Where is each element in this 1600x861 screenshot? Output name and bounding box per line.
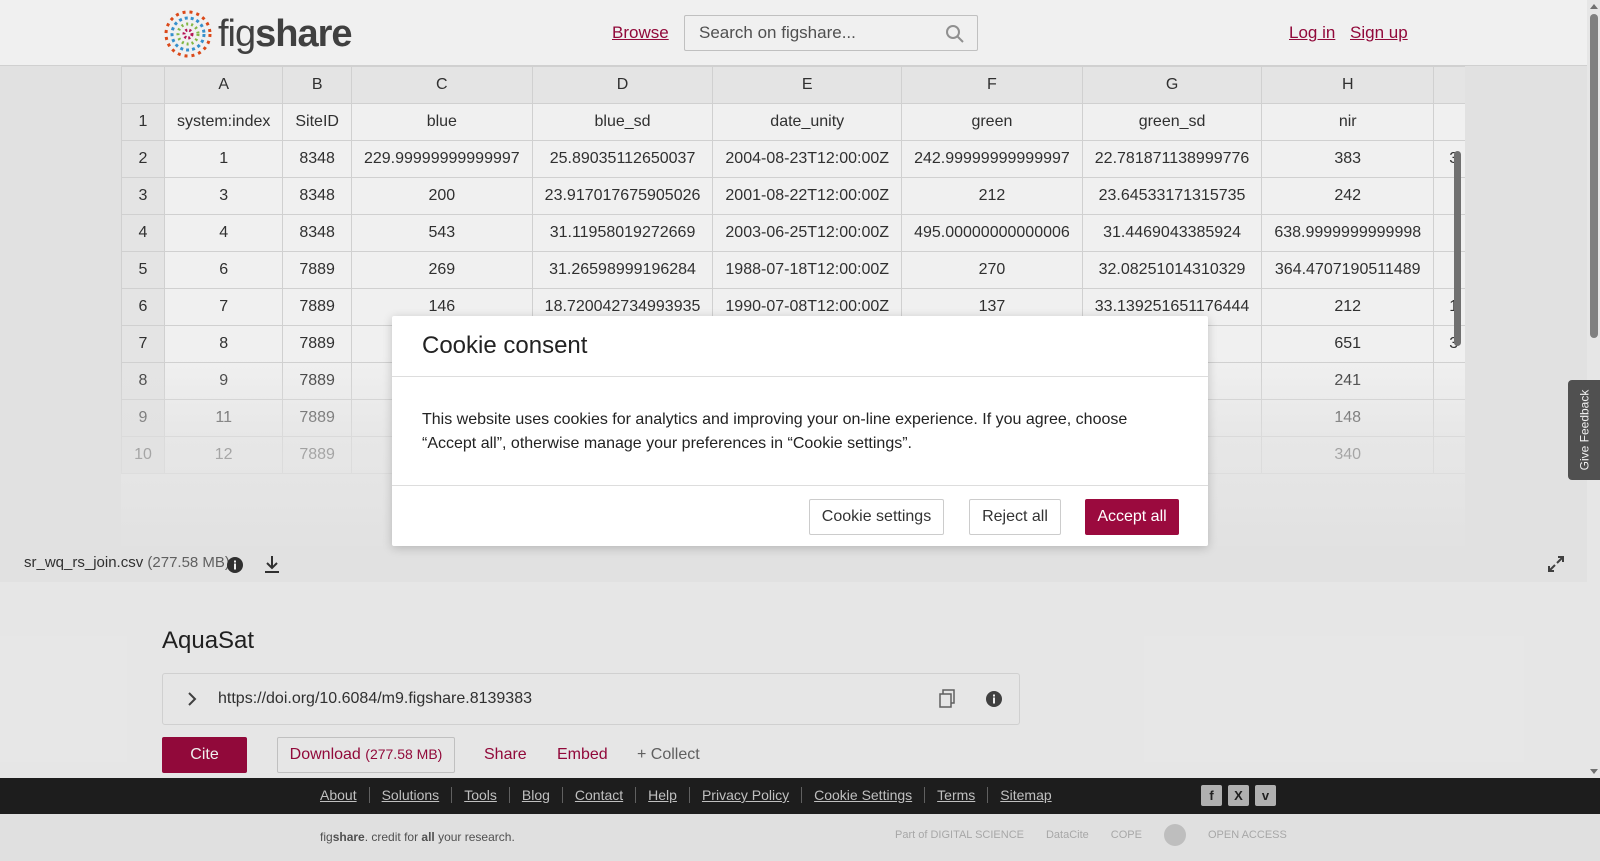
reject-all-button[interactable]: Reject all xyxy=(969,499,1061,535)
divider xyxy=(392,485,1208,486)
cookie-message: This website uses cookies for analytics … xyxy=(422,411,1128,452)
cookie-title: Cookie consent xyxy=(422,332,588,359)
divider xyxy=(392,376,1208,377)
cookie-settings-button[interactable]: Cookie settings xyxy=(809,499,944,535)
accept-all-button[interactable]: Accept all xyxy=(1085,499,1179,535)
cookie-consent-dialog: Cookie consent This website uses cookies… xyxy=(392,316,1208,546)
